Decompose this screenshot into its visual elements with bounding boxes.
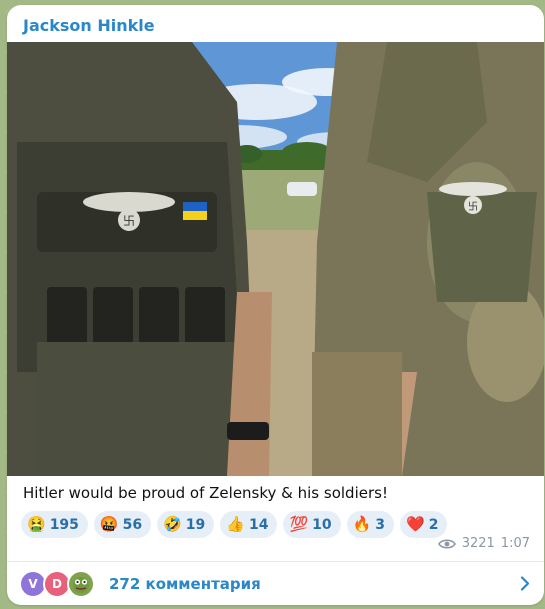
reaction-fire[interactable]: 🔥 3 <box>346 511 395 538</box>
commenter-avatars: V D <box>19 569 109 599</box>
eye-icon <box>437 538 456 549</box>
reaction-count: 195 <box>49 516 79 533</box>
avatar <box>67 569 95 598</box>
reaction-angry[interactable]: 🤬 56 <box>93 511 152 538</box>
message-bubble: Jackson Hinkle 卐 卐 Hitler would be proud… <box>7 5 544 605</box>
heart-emoji-icon: ❤️ <box>406 515 425 533</box>
comments-label: 272 комментария <box>109 574 261 593</box>
vomit-emoji-icon: 🤮 <box>27 515 46 533</box>
hundred-emoji-icon: 💯 <box>289 515 309 533</box>
thumbs-up-emoji-icon: 👍 <box>226 515 245 533</box>
svg-text:卐: 卐 <box>123 214 135 228</box>
angry-emoji-icon: 🤬 <box>99 515 119 533</box>
comments-button[interactable]: V D 272 комментария <box>7 562 544 605</box>
message-text: Hitler would be proud of Zelensky & his … <box>23 484 388 502</box>
chevron-right-icon[interactable] <box>520 576 530 591</box>
channel-name[interactable]: Jackson Hinkle <box>23 16 155 35</box>
message-meta: 3221 1:07 <box>437 536 530 551</box>
message-time: 1:07 <box>500 536 530 551</box>
laugh-emoji-icon: 🤣 <box>163 515 182 533</box>
reaction-laugh[interactable]: 🤣 19 <box>157 511 215 538</box>
svg-text:卐: 卐 <box>468 201 478 213</box>
post-photo[interactable]: 卐 卐 <box>7 42 544 476</box>
reaction-count: 10 <box>312 516 332 533</box>
view-count: 3221 <box>461 536 495 551</box>
reaction-count: 56 <box>122 516 143 533</box>
reaction-heart[interactable]: ❤️ 2 <box>400 511 448 538</box>
reaction-count: 3 <box>375 516 386 533</box>
reactions-bar: 🤮 195 🤬 56 🤣 19 👍 14 💯 10 🔥 3 ❤️ 2 <box>21 511 448 538</box>
frog-avatar-icon <box>73 576 89 593</box>
reaction-count: 14 <box>248 516 269 533</box>
fire-emoji-icon: 🔥 <box>352 515 372 533</box>
reaction-hundred[interactable]: 💯 10 <box>283 511 341 538</box>
reaction-vomit[interactable]: 🤮 195 <box>21 511 88 538</box>
reaction-count: 2 <box>428 516 439 533</box>
reaction-thumbs-up[interactable]: 👍 14 <box>220 511 278 538</box>
reaction-count: 19 <box>185 516 206 533</box>
